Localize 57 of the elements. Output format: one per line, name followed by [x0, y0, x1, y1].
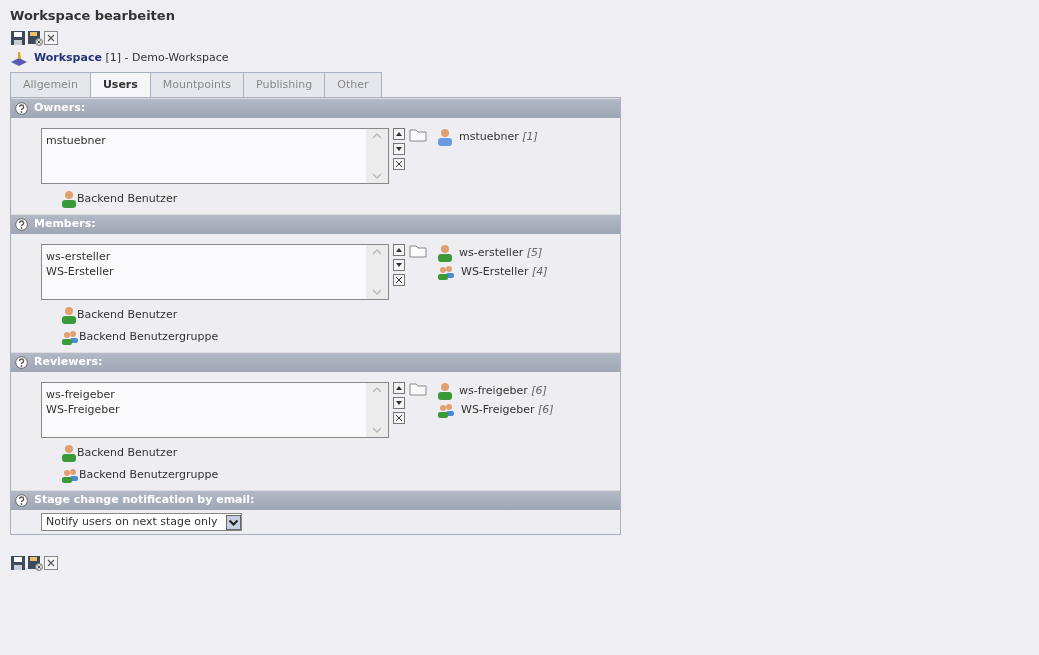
remove-icon[interactable]: [393, 274, 405, 286]
save-and-close-icon[interactable]: [27, 29, 43, 46]
add-record-link[interactable]: Backend Benutzergruppe: [79, 328, 219, 346]
save-icon[interactable]: [10, 555, 26, 571]
user-group-icon: [61, 329, 79, 345]
user-icon: [61, 306, 77, 324]
selected-items-list[interactable]: ws-freigeber WS-Freigeber: [41, 382, 389, 438]
save-and-close-icon[interactable]: [27, 555, 43, 571]
help-icon[interactable]: [15, 102, 28, 115]
list-item[interactable]: ws-freigeber: [46, 387, 120, 402]
section-title: Members:: [34, 216, 96, 233]
selected-items-list[interactable]: ws-ersteller WS-Ersteller: [41, 244, 389, 300]
user-icon: [437, 128, 453, 146]
close-icon[interactable]: [44, 30, 58, 45]
add-record-link[interactable]: Backend Benutzer: [77, 444, 178, 462]
list-item[interactable]: WS-Freigeber: [46, 402, 120, 417]
user-icon: [437, 244, 453, 262]
dropdown-caret-icon[interactable]: [225, 514, 241, 530]
list-item[interactable]: WS-Ersteller: [46, 264, 114, 279]
help-icon[interactable]: [15, 356, 28, 369]
help-icon[interactable]: [15, 494, 28, 507]
page-title: Workspace bearbeiten: [10, 7, 176, 25]
list-item[interactable]: mstuebner: [46, 133, 106, 148]
save-icon[interactable]: [10, 29, 26, 46]
user-group-icon: [437, 264, 455, 281]
help-icon[interactable]: [15, 218, 28, 231]
move-down-icon[interactable]: [393, 143, 405, 155]
section-title: Owners:: [34, 100, 86, 117]
add-record-link[interactable]: Backend Benutzergruppe: [79, 466, 219, 484]
user-icon: [61, 444, 77, 462]
move-down-icon[interactable]: [393, 397, 405, 409]
remove-icon[interactable]: [393, 412, 405, 424]
section-title: Stage change notification by email:: [34, 492, 255, 509]
user-group-icon: [61, 467, 79, 483]
add-record-link[interactable]: Backend Benutzer: [77, 306, 178, 324]
record-link[interactable]: mstuebner [1]: [459, 128, 538, 146]
notification-select[interactable]: Notify users on next stage only: [41, 513, 242, 531]
record-link[interactable]: ws-ersteller [5]: [459, 244, 543, 262]
record-link[interactable]: ws-freigeber [6]: [459, 382, 547, 400]
record-link[interactable]: WS-Ersteller [4]: [461, 264, 548, 281]
user-group-icon: [437, 402, 455, 419]
move-up-icon[interactable]: [393, 128, 405, 140]
user-icon: [61, 190, 77, 208]
remove-icon[interactable]: [393, 158, 405, 170]
selected-items-list[interactable]: mstuebner: [41, 128, 389, 184]
workspace-icon: [10, 49, 28, 66]
move-down-icon[interactable]: [393, 259, 405, 271]
user-icon: [437, 382, 453, 400]
move-up-icon[interactable]: [393, 382, 405, 394]
add-record-link[interactable]: Backend Benutzer: [77, 190, 178, 208]
list-item[interactable]: ws-ersteller: [46, 249, 114, 264]
record-link[interactable]: WS-Freigeber [6]: [461, 402, 554, 419]
tab[interactable]: Users: [89, 72, 151, 97]
move-up-icon[interactable]: [393, 244, 405, 256]
close-icon[interactable]: [44, 556, 58, 570]
section-title: Reviewers:: [34, 354, 103, 371]
record-title: Workspace [1] - Demo-Workspace: [34, 49, 229, 66]
